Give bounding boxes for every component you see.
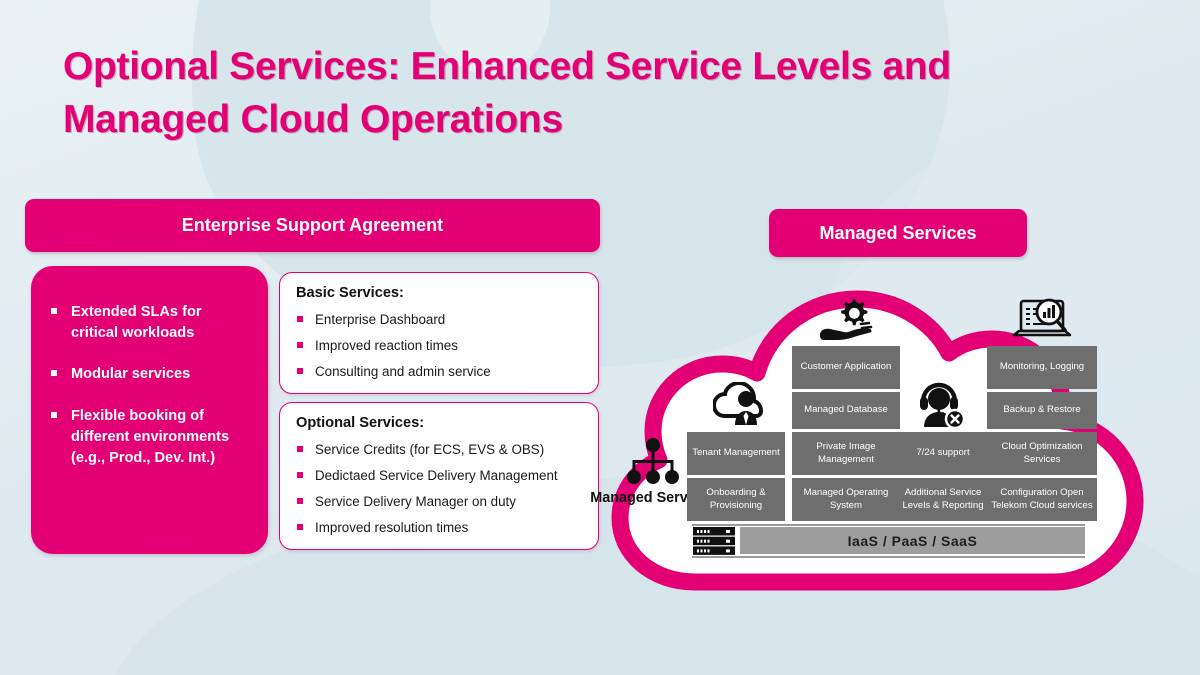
enterprise-support-agreement-label: Enterprise Support Agreement xyxy=(181,215,444,235)
service-box[interactable]: Managed Operating System xyxy=(792,478,900,521)
service-box[interactable]: Backup & Restore xyxy=(987,392,1097,429)
service-box[interactable]: Additional Service Levels & Reporting xyxy=(893,478,993,521)
enterprise-support-agreement-header: Enterprise Support Agreement xyxy=(25,199,600,252)
service-box[interactable]: Managed Database xyxy=(792,392,900,429)
platform-layer-label: IaaS / PaaS / SaaS xyxy=(847,532,978,549)
list-item: Dedictaed Service Delivery Management xyxy=(296,468,584,484)
service-box[interactable]: 7/24 support xyxy=(893,432,993,475)
list-item: Improved resolution times xyxy=(296,520,584,536)
basic-services-list: Enterprise Dashboard Improved reaction t… xyxy=(296,312,584,380)
list-item: Modular services xyxy=(49,364,252,385)
list-item: Flexible booking of different environmen… xyxy=(49,406,252,468)
platform-layer-bar[interactable]: IaaS / PaaS / SaaS xyxy=(740,527,1085,554)
key-benefits-list: Extended SLAs for critical workloads Mod… xyxy=(49,302,252,468)
service-box[interactable]: Configuration Open Telekom Cloud service… xyxy=(987,478,1097,521)
laptop-analytics-icon xyxy=(992,297,1092,345)
optional-services-card: Optional Services: Service Credits (for … xyxy=(279,402,599,551)
support-agent-icon xyxy=(898,382,988,428)
list-item: Service Delivery Manager on duty xyxy=(296,494,584,510)
platform-layer-row: IaaS / PaaS / SaaS xyxy=(692,524,1085,558)
divider xyxy=(692,524,1085,526)
optional-services-heading: Optional Services: xyxy=(296,415,425,431)
service-box[interactable]: Customer Application xyxy=(792,346,900,389)
list-item: Enterprise Dashboard xyxy=(296,312,584,328)
managed-services-header: Managed Services xyxy=(769,209,1027,257)
list-item: Service Credits (for ECS, EVS & OBS) xyxy=(296,442,584,458)
page-title: Optional Services: Enhanced Service Leve… xyxy=(63,45,951,142)
key-benefits-panel: Extended SLAs for critical workloads Mod… xyxy=(31,266,268,554)
service-box[interactable]: Monitoring, Logging xyxy=(987,346,1097,389)
list-item: Consulting and admin service xyxy=(296,364,584,380)
list-item: Extended SLAs for critical workloads xyxy=(49,302,252,343)
cloud-user-icon xyxy=(702,382,782,426)
basic-services-heading: Basic Services: xyxy=(296,285,404,301)
service-box[interactable]: Tenant Management xyxy=(687,432,785,475)
service-box[interactable]: Private Image Management xyxy=(792,432,900,475)
list-item: Improved reaction times xyxy=(296,338,584,354)
service-box[interactable]: Cloud Optimization Services xyxy=(987,432,1097,475)
basic-services-card: Basic Services: Enterprise Dashboard Imp… xyxy=(279,272,599,395)
managed-services-label: Managed Services xyxy=(819,222,977,243)
managed-services-cloud-diagram: Managed Services Tenant Management Onboa… xyxy=(580,252,1200,627)
server-rack-icon xyxy=(693,527,735,555)
service-box[interactable]: Onboarding & Provisioning xyxy=(687,478,785,521)
hand-gear-icon xyxy=(797,297,897,345)
slide-canvas: Optional Services: Enhanced Service Leve… xyxy=(0,0,1200,675)
optional-services-list: Service Credits (for ECS, EVS & OBS) Ded… xyxy=(296,442,584,536)
hierarchy-icon xyxy=(627,438,679,484)
divider xyxy=(692,556,1085,558)
